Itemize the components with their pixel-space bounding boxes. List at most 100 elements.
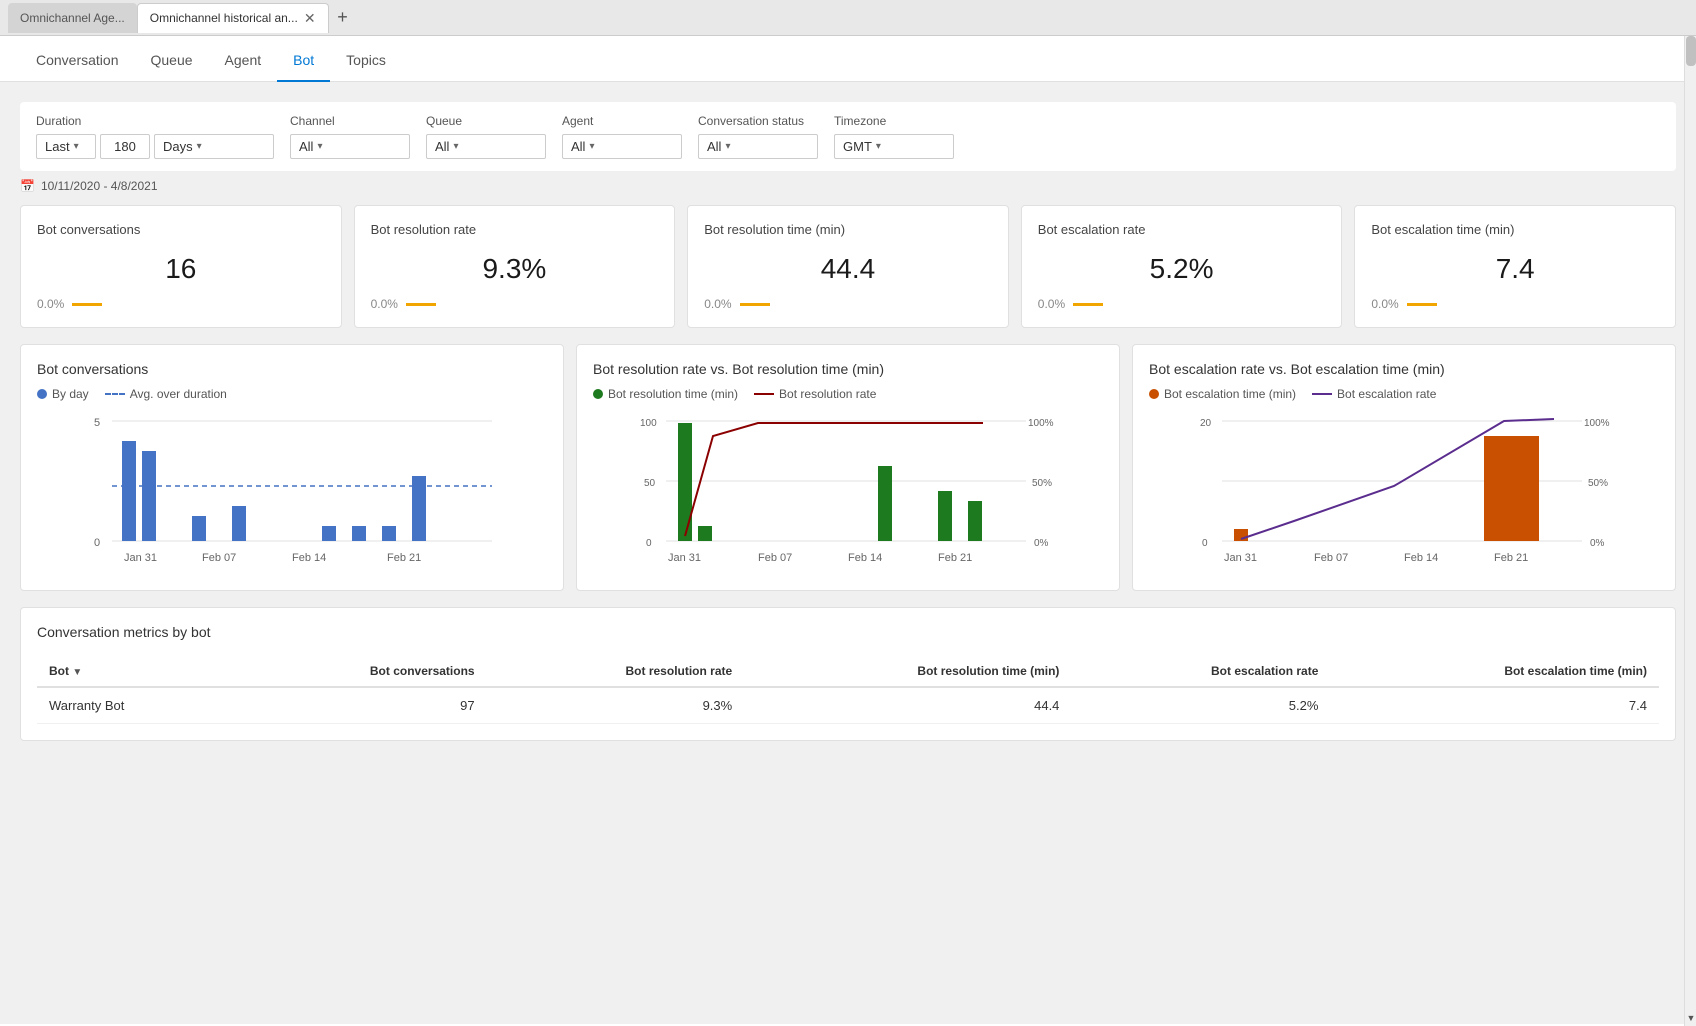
kpi-bar-icon-3 <box>740 303 770 306</box>
chevron-down-icon-4: ▾ <box>453 141 458 152</box>
kpi-bar-icon <box>72 303 102 306</box>
channel-select[interactable]: All ▾ <box>290 134 410 159</box>
queue-select[interactable]: All ▾ <box>426 134 546 159</box>
kpi-resolution-rate-footer: 0.0% <box>371 297 659 311</box>
chevron-down-icon-6: ▾ <box>725 141 730 152</box>
svg-text:0: 0 <box>94 537 100 549</box>
channel-filter: Channel All ▾ <box>290 114 410 159</box>
timezone-label: Timezone <box>834 114 954 128</box>
kpi-resolution-rate: Bot resolution rate 9.3% 0.0% <box>354 205 676 328</box>
tab-conversation[interactable]: Conversation <box>20 36 135 82</box>
close-tab-icon[interactable]: ✕ <box>304 11 316 25</box>
agent-select[interactable]: All ▾ <box>562 134 682 159</box>
col-bot[interactable]: Bot ▼ <box>37 656 233 687</box>
legend-dot-green <box>593 389 603 399</box>
svg-text:100%: 100% <box>1028 418 1054 429</box>
svg-text:50%: 50% <box>1588 478 1608 489</box>
kpi-resolution-time: Bot resolution time (min) 44.4 0.0% <box>687 205 1009 328</box>
cell-escalation-rate: 5.2% <box>1071 687 1330 724</box>
browser-tab-1[interactable]: Omnichannel Age... <box>8 3 137 33</box>
tab-bot[interactable]: Bot <box>277 36 330 82</box>
kpi-bar-icon-2 <box>406 303 436 306</box>
bot-metrics-table: Bot ▼ Bot conversations Bot resolution r… <box>37 656 1659 724</box>
kpi-resolution-time-footer: 0.0% <box>704 297 992 311</box>
filters-row: Duration Last ▾ 180 Days ▾ <box>20 102 1676 171</box>
queue-label: Queue <box>426 114 546 128</box>
duration-last-select[interactable]: Last ▾ <box>36 134 96 159</box>
kpi-bot-conversations-value: 16 <box>37 253 325 285</box>
kpi-resolution-rate-title: Bot resolution rate <box>371 222 659 237</box>
chart-bot-escalation: Bot escalation rate vs. Bot escalation t… <box>1132 344 1676 591</box>
duration-label: Duration <box>36 114 274 128</box>
duration-filter: Duration Last ▾ 180 Days ▾ <box>36 114 274 159</box>
bot-resolution-chart: 100 50 0 100% 50% 0% <box>593 411 1103 571</box>
chart-bot-resolution-title: Bot resolution rate vs. Bot resolution t… <box>593 361 1103 377</box>
svg-text:Feb 14: Feb 14 <box>292 552 326 564</box>
kpi-resolution-time-delta: 0.0% <box>704 297 731 311</box>
kpi-row: Bot conversations 16 0.0% Bot resolution… <box>20 205 1676 328</box>
svg-text:0%: 0% <box>1590 538 1605 549</box>
svg-text:Feb 21: Feb 21 <box>387 552 421 564</box>
col-escalation-rate: Bot escalation rate <box>1071 656 1330 687</box>
kpi-escalation-time-footer: 0.0% <box>1371 297 1659 311</box>
duration-unit-select[interactable]: Days ▾ <box>154 134 274 159</box>
scrollbar[interactable]: ▲ ▼ <box>1684 36 1696 1026</box>
kpi-escalation-rate-footer: 0.0% <box>1038 297 1326 311</box>
table-title: Conversation metrics by bot <box>37 624 1659 640</box>
cell-escalation-time: 7.4 <box>1330 687 1659 724</box>
tab-agent[interactable]: Agent <box>209 36 278 82</box>
scrollbar-thumb[interactable] <box>1686 36 1696 66</box>
chart-bot-conversations-legend: By day Avg. over duration <box>37 387 547 401</box>
kpi-bot-conversations-footer: 0.0% <box>37 297 325 311</box>
chart-bot-conversations: Bot conversations By day Avg. over durat… <box>20 344 564 591</box>
col-resolution-time: Bot resolution time (min) <box>744 656 1071 687</box>
kpi-resolution-rate-value: 9.3% <box>371 253 659 285</box>
duration-value-input[interactable]: 180 <box>100 134 150 159</box>
legend-avg: Avg. over duration <box>105 387 227 401</box>
kpi-bot-conversations-title: Bot conversations <box>37 222 325 237</box>
tab-topics[interactable]: Topics <box>330 36 402 82</box>
sort-arrow-icon: ▼ <box>72 667 82 678</box>
kpi-resolution-time-title: Bot resolution time (min) <box>704 222 992 237</box>
svg-text:50: 50 <box>644 478 656 489</box>
kpi-bar-icon-4 <box>1073 303 1103 306</box>
svg-text:Feb 14: Feb 14 <box>848 552 882 564</box>
table-row: Warranty Bot 97 9.3% 44.4 5.2% 7.4 <box>37 687 1659 724</box>
chart-bot-resolution-legend: Bot resolution time (min) Bot resolution… <box>593 387 1103 401</box>
svg-text:Jan 31: Jan 31 <box>668 552 701 564</box>
cell-resolution-time: 44.4 <box>744 687 1071 724</box>
chart-bot-escalation-title: Bot escalation rate vs. Bot escalation t… <box>1149 361 1659 377</box>
table-header-row: Bot ▼ Bot conversations Bot resolution r… <box>37 656 1659 687</box>
table-card: Conversation metrics by bot Bot ▼ Bot co… <box>20 607 1676 741</box>
legend-resolution-rate: Bot resolution rate <box>754 387 876 401</box>
timezone-filter: Timezone GMT ▾ <box>834 114 954 159</box>
kpi-escalation-time-value: 7.4 <box>1371 253 1659 285</box>
legend-dash-blue <box>105 393 125 395</box>
chevron-down-icon-5: ▾ <box>589 141 594 152</box>
timezone-select[interactable]: GMT ▾ <box>834 134 954 159</box>
main-content: Duration Last ▾ 180 Days ▾ <box>0 82 1696 1024</box>
chart-bot-escalation-legend: Bot escalation time (min) Bot escalation… <box>1149 387 1659 401</box>
tab-queue[interactable]: Queue <box>135 36 209 82</box>
col-resolution-rate: Bot resolution rate <box>487 656 745 687</box>
cell-bot-name: Warranty Bot <box>37 687 233 724</box>
legend-by-day: By day <box>37 387 89 401</box>
svg-text:Feb 21: Feb 21 <box>938 552 972 564</box>
legend-resolution-time: Bot resolution time (min) <box>593 387 738 401</box>
svg-text:100%: 100% <box>1584 418 1610 429</box>
nav-tabs: Conversation Queue Agent Bot Topics <box>0 36 1696 82</box>
conversation-status-select[interactable]: All ▾ <box>698 134 818 159</box>
chart-bot-conversations-title: Bot conversations <box>37 361 547 377</box>
browser-tab-2[interactable]: Omnichannel historical an... ✕ <box>137 3 329 33</box>
bot-conversations-chart: 5 0 Jan 31 <box>37 411 547 571</box>
agent-filter: Agent All ▾ <box>562 114 682 159</box>
queue-filter: Queue All ▾ <box>426 114 546 159</box>
new-tab-button[interactable]: + <box>329 4 357 32</box>
col-conversations: Bot conversations <box>233 656 487 687</box>
scrollbar-down-icon[interactable]: ▼ <box>1685 1010 1696 1026</box>
browser-tab-2-label: Omnichannel historical an... <box>150 11 298 25</box>
svg-text:Jan 31: Jan 31 <box>124 552 157 564</box>
chevron-down-icon-2: ▾ <box>197 141 202 152</box>
browser-tab-1-label: Omnichannel Age... <box>20 11 125 25</box>
conversation-status-label: Conversation status <box>698 114 818 128</box>
